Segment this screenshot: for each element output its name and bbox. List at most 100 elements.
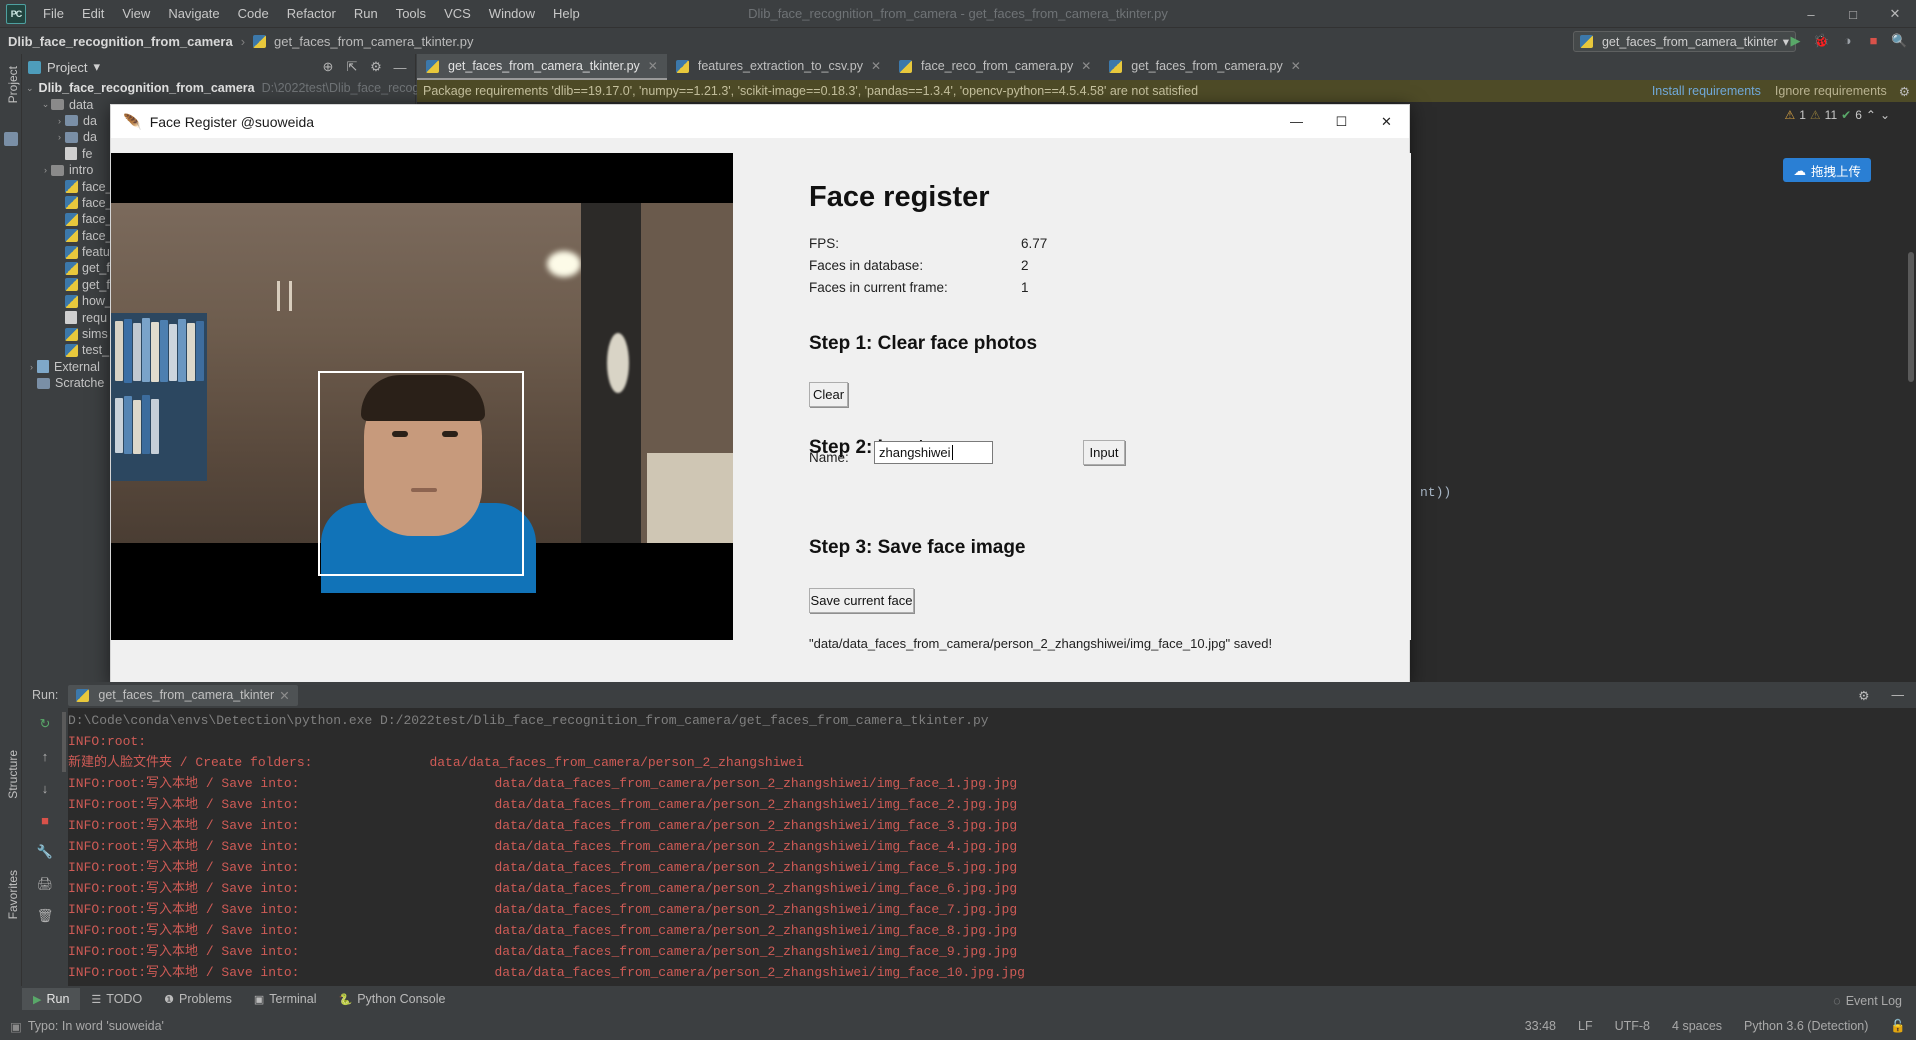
line-separator[interactable]: LF: [1578, 1019, 1593, 1033]
sidebar-tab-project[interactable]: Project: [3, 60, 23, 109]
project-panel-title[interactable]: Project: [47, 60, 87, 75]
console-scrollbar[interactable]: [62, 712, 66, 772]
python-interpreter[interactable]: Python 3.6 (Detection): [1744, 1019, 1868, 1033]
dialog-maximize-icon[interactable]: ☐: [1319, 105, 1364, 138]
expand-arrow-icon[interactable]: ›: [26, 362, 37, 372]
hide-icon[interactable]: —: [391, 58, 409, 76]
indent-setting[interactable]: 4 spaces: [1672, 1019, 1722, 1033]
dialog-close-icon[interactable]: ✕: [1364, 105, 1409, 138]
close-icon[interactable]: ✕: [648, 59, 658, 73]
menu-item-tools[interactable]: Tools: [387, 3, 435, 24]
tree-node-label: get_f: [82, 261, 110, 275]
down-arrow-icon[interactable]: ↓: [35, 778, 55, 798]
menu-item-window[interactable]: Window: [480, 3, 544, 24]
close-icon[interactable]: ✕: [1291, 59, 1301, 73]
collapse-all-icon[interactable]: ⇱: [343, 58, 361, 76]
menu-item-edit[interactable]: Edit: [73, 3, 113, 24]
menu-item-view[interactable]: View: [113, 3, 159, 24]
close-icon[interactable]: ✕: [1081, 59, 1091, 73]
rerun-icon[interactable]: ↻: [35, 714, 55, 734]
folder-icon[interactable]: [4, 132, 18, 146]
close-icon[interactable]: ✕: [871, 59, 881, 73]
expand-arrow-icon[interactable]: ›: [40, 165, 51, 175]
run-settings-icon[interactable]: ⚙: [1858, 688, 1869, 703]
sidebar-tab-structure[interactable]: Structure: [3, 744, 23, 805]
cabinet-handle: [277, 281, 280, 311]
editor-tab[interactable]: face_reco_from_camera.py✕: [890, 54, 1100, 80]
breadcrumb-project[interactable]: Dlib_face_recognition_from_camera: [8, 34, 233, 49]
caret-position[interactable]: 33:48: [1525, 1019, 1556, 1033]
step3-heading: Step 3: Save face image: [809, 537, 1026, 559]
run-icon[interactable]: ▶: [1787, 32, 1804, 49]
inspection-widget[interactable]: ⚠ 1 ⚠ 11 ✔ 6 ⌃ ⌄: [1784, 108, 1890, 122]
pycharm-logo-icon: PC: [6, 4, 26, 24]
chevron-up-icon[interactable]: ⌃: [1866, 108, 1876, 122]
expand-arrow-icon[interactable]: ›: [54, 132, 65, 142]
close-icon[interactable]: ✕: [1874, 0, 1916, 28]
editor-scrollbar[interactable]: [1908, 252, 1914, 382]
book: [151, 322, 159, 382]
chevron-down-icon[interactable]: ⌄: [1880, 108, 1890, 122]
settings-icon[interactable]: ⚙: [367, 58, 385, 76]
file-encoding[interactable]: UTF-8: [1615, 1019, 1650, 1033]
menu-item-navigate[interactable]: Navigate: [159, 3, 228, 24]
expand-arrow-icon[interactable]: ⌄: [26, 83, 34, 94]
bottom-tab-python-console[interactable]: 🐍Python Console: [328, 988, 457, 1010]
run-tab[interactable]: get_faces_from_camera_tkinter ✕: [68, 685, 297, 706]
upload-button[interactable]: ☁ 拖拽上传: [1783, 158, 1871, 182]
trash-icon[interactable]: 🗑: [35, 906, 55, 926]
search-icon[interactable]: 🔍: [1891, 32, 1908, 49]
expand-arrow-icon[interactable]: ›: [54, 116, 65, 126]
bottom-tab-todo[interactable]: ☰TODO: [80, 988, 153, 1010]
install-requirements-link[interactable]: Install requirements: [1652, 84, 1761, 98]
menu-item-code[interactable]: Code: [229, 3, 278, 24]
bottom-tab-run[interactable]: ▶Run: [22, 988, 80, 1010]
save-current-face-button[interactable]: Save current face: [809, 588, 914, 613]
name-input[interactable]: zhangshiwei: [874, 441, 993, 464]
run-console-output[interactable]: D:\Code\conda\envs\Detection\python.exe …: [68, 708, 1916, 986]
face-register-dialog[interactable]: 🪶 Face Register @suoweida — ☐ ✕: [110, 104, 1410, 684]
menu-item-vcs[interactable]: VCS: [435, 3, 480, 24]
breadcrumb-file[interactable]: get_faces_from_camera_tkinter.py: [274, 34, 473, 49]
editor-tab[interactable]: get_faces_from_camera_tkinter.py✕: [417, 54, 667, 80]
tree-node[interactable]: ⌄Dlib_face_recognition_from_cameraD:\202…: [22, 80, 415, 96]
name-input-value: zhangshiwei: [879, 445, 951, 460]
input-button[interactable]: Input: [1083, 440, 1125, 465]
lock-icon[interactable]: 🔓: [1890, 1019, 1906, 1034]
run-configuration-selector[interactable]: get_faces_from_camera_tkinter ▾: [1573, 31, 1796, 52]
editor-tab[interactable]: features_extraction_to_csv.py✕: [667, 54, 890, 80]
book: [124, 319, 132, 383]
expand-arrow-icon[interactable]: ⌄: [40, 99, 51, 110]
maximize-icon[interactable]: □: [1832, 0, 1874, 28]
editor-tab[interactable]: get_faces_from_camera.py✕: [1100, 54, 1310, 80]
gear-icon[interactable]: ⚙: [1899, 84, 1910, 99]
clear-button[interactable]: Clear: [809, 382, 848, 407]
up-arrow-icon[interactable]: ↑: [35, 746, 55, 766]
locate-icon[interactable]: ⊕: [319, 58, 337, 76]
wrench-icon[interactable]: 🔧: [35, 842, 55, 862]
run-icon: ▶: [33, 993, 41, 1006]
event-log-button[interactable]: ◌ Event Log: [1833, 994, 1902, 1008]
menu-item-refactor[interactable]: Refactor: [278, 3, 345, 24]
bottom-tab-problems[interactable]: ❶Problems: [153, 988, 243, 1010]
print-icon[interactable]: 🖨: [35, 874, 55, 894]
menu-item-file[interactable]: File: [34, 3, 73, 24]
bottom-tab-terminal[interactable]: ▣Terminal: [243, 988, 328, 1010]
run-hide-icon[interactable]: —: [1892, 688, 1905, 702]
python-icon: [76, 689, 89, 702]
close-icon[interactable]: ✕: [279, 688, 289, 703]
menu-item-run[interactable]: Run: [345, 3, 387, 24]
sidebar-tab-favorites[interactable]: Favorites: [3, 864, 23, 925]
console-line: INFO:root:: [68, 731, 1916, 752]
stop-icon[interactable]: ■: [1865, 32, 1882, 49]
menu-item-help[interactable]: Help: [544, 3, 589, 24]
coverage-icon[interactable]: ◑: [1839, 32, 1856, 49]
text-file-icon: [65, 147, 77, 160]
stop-icon[interactable]: ■: [35, 810, 55, 830]
dialog-minimize-icon[interactable]: —: [1274, 105, 1319, 138]
ignore-requirements-link[interactable]: Ignore requirements: [1775, 84, 1887, 98]
chevron-down-icon[interactable]: ▾: [93, 59, 100, 75]
debug-icon[interactable]: 🐞: [1813, 32, 1830, 49]
minimize-icon[interactable]: –: [1790, 0, 1832, 28]
console-line: INFO:root:写入本地 / Save into: data/data_fa…: [68, 773, 1916, 794]
